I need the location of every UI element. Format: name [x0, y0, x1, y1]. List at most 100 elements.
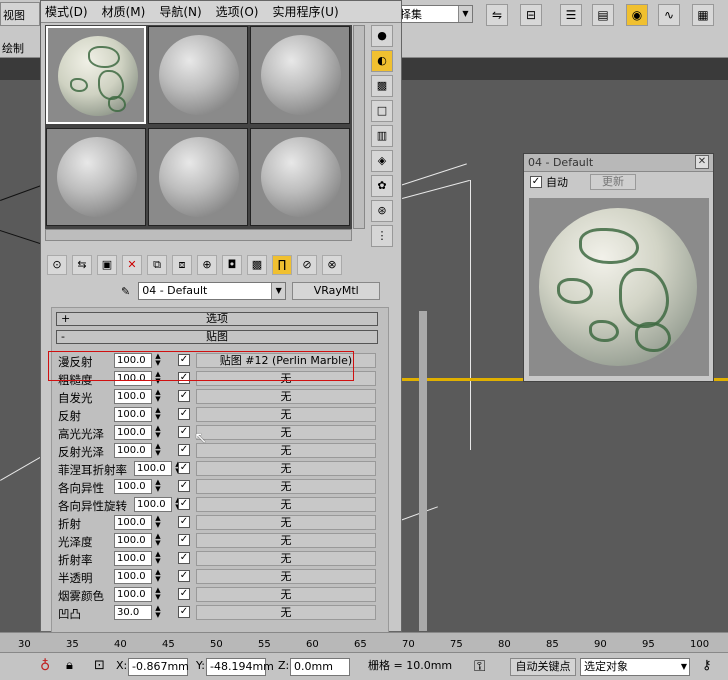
menu-mode[interactable]: 模式(D) [45, 3, 88, 20]
material-editor-icon[interactable]: ◉ [626, 4, 648, 26]
spinner-icon[interactable]: ▲▼ [154, 443, 162, 458]
spinner-icon[interactable]: ▲▼ [154, 407, 162, 422]
map-enable-checkbox[interactable]: ✓ [178, 534, 190, 546]
map-enable-checkbox[interactable]: ✓ [178, 498, 190, 510]
auto-update-checkbox[interactable]: ✓ [530, 176, 542, 188]
spinner-icon[interactable]: ▲▼ [154, 533, 162, 548]
preview-title-bar[interactable]: 04 - Default ✕ [524, 154, 713, 172]
auto-key-button[interactable]: 自动关键点 [510, 658, 576, 676]
map-enable-checkbox[interactable]: ✓ [178, 462, 190, 474]
absolute-mode-icon[interactable]: ⊡ [94, 658, 105, 676]
material-id-icon[interactable]: ◘ [222, 255, 242, 275]
get-material-icon[interactable]: ⊙ [47, 255, 67, 275]
map-amount-field[interactable]: 100.0 [114, 389, 152, 404]
copy-material-icon[interactable]: ⧉ [147, 255, 167, 275]
map-amount-field[interactable]: 100.0 [114, 425, 152, 440]
map-enable-checkbox[interactable]: ✓ [178, 444, 190, 456]
rollout-maps[interactable]: - 贴图 [56, 330, 378, 344]
map-enable-checkbox[interactable]: ✓ [178, 426, 190, 438]
spinner-icon[interactable]: ▲▼ [154, 425, 162, 440]
map-slot-button[interactable]: 无 [196, 497, 376, 512]
material-name-field[interactable]: 04 - Default ▼ [138, 282, 287, 300]
map-slot-button[interactable]: 无 [196, 605, 376, 620]
spinner-icon[interactable]: ▲▼ [154, 479, 162, 494]
lock-selection-icon[interactable]: 🔒︎ [66, 658, 73, 676]
y-coordinate-field[interactable]: -48.194mm [206, 658, 274, 676]
uv-tiling-icon[interactable]: □ [371, 100, 393, 122]
map-slot-button[interactable]: 无 [196, 569, 376, 584]
options-icon[interactable]: ✿ [371, 175, 393, 197]
close-icon[interactable]: ✕ [695, 155, 709, 169]
map-amount-field[interactable]: 100.0 [114, 569, 152, 584]
map-enable-checkbox[interactable]: ✓ [178, 408, 190, 420]
select-by-material-icon[interactable]: ⊛ [371, 200, 393, 222]
chevron-down-icon[interactable]: ▼ [271, 283, 286, 299]
sample-slot-active[interactable] [46, 26, 146, 124]
show-end-result-icon[interactable]: ∏ [272, 255, 292, 275]
update-button[interactable]: 更新 [590, 174, 636, 190]
map-slot-button[interactable]: 无 [196, 461, 376, 476]
menu-navigation[interactable]: 导航(N) [159, 3, 201, 20]
mirror-icon[interactable]: ⇋ [486, 4, 508, 26]
slots-horizontal-scrollbar[interactable] [45, 229, 352, 241]
panel-scrollbar[interactable] [419, 311, 427, 631]
set-key-icon[interactable]: ⚷ [702, 658, 712, 676]
eyedropper-icon[interactable]: ✎ [121, 285, 130, 298]
spinner-icon[interactable]: ▲▼ [154, 515, 162, 530]
map-enable-checkbox[interactable]: ✓ [178, 606, 190, 618]
chevron-down-icon[interactable]: ▼ [458, 6, 472, 22]
viewport-label-menu[interactable]: 视图 [0, 2, 40, 26]
reset-map-icon[interactable]: ✕ [122, 255, 142, 275]
menu-material[interactable]: 材质(M) [102, 3, 146, 20]
map-enable-checkbox[interactable]: ✓ [178, 588, 190, 600]
spinner-icon[interactable]: ▲▼ [154, 605, 162, 620]
map-amount-field[interactable]: 30.0 [114, 605, 152, 620]
map-slot-button[interactable]: 无 [196, 389, 376, 404]
map-amount-field[interactable]: 100.0 [114, 479, 152, 494]
map-enable-checkbox[interactable]: ✓ [178, 570, 190, 582]
sample-slot[interactable] [250, 128, 350, 226]
selection-filter-dropdown[interactable]: 选定对象 ▼ [580, 658, 690, 676]
spinner-icon[interactable]: ▲▼ [154, 587, 162, 602]
map-slot-button[interactable]: 无 [196, 443, 376, 458]
menu-options[interactable]: 选项(O) [216, 3, 259, 20]
map-slot-button[interactable]: 无 [196, 551, 376, 566]
map-slot-button[interactable]: 无 [196, 479, 376, 494]
make-preview-icon[interactable]: ◈ [371, 150, 393, 172]
spinner-icon[interactable]: ▲▼ [154, 569, 162, 584]
menu-utilities[interactable]: 实用程序(U) [272, 3, 338, 20]
map-slot-button[interactable]: 无 [196, 515, 376, 530]
map-amount-field[interactable]: 100.0 [114, 515, 152, 530]
show-map-in-viewport-icon[interactable]: ▩ [247, 255, 267, 275]
rollout-options[interactable]: + 选项 [56, 312, 378, 326]
map-amount-field[interactable]: 100.0 [134, 497, 172, 512]
timeline-ruler[interactable]: 30 35 40 45 50 55 60 65 70 75 80 85 90 95 100 [0, 632, 728, 652]
map-enable-checkbox[interactable]: ✓ [178, 552, 190, 564]
map-amount-field[interactable]: 100.0 [114, 551, 152, 566]
spinner-icon[interactable]: ▲▼ [154, 389, 162, 404]
make-unique-icon[interactable]: ⧈ [172, 255, 192, 275]
sample-slot[interactable] [46, 128, 146, 226]
backlight-icon[interactable]: ◐ [371, 50, 393, 72]
map-amount-field[interactable]: 100.0 [134, 461, 172, 476]
sample-slot[interactable] [148, 128, 248, 226]
curve-editor-icon[interactable]: ∿ [658, 4, 680, 26]
render-setup-icon[interactable]: ▦ [692, 4, 714, 26]
sample-type-icon[interactable]: ● [371, 25, 393, 47]
map-amount-field[interactable]: 100.0 [114, 587, 152, 602]
map-amount-field[interactable]: 100.0 [114, 443, 152, 458]
sample-slot[interactable] [250, 26, 350, 124]
map-enable-checkbox[interactable]: ✓ [178, 516, 190, 528]
named-selection-set-dropdown[interactable]: 择集 ▼ [395, 5, 473, 23]
key-icon[interactable]: ⚿ [474, 658, 485, 676]
map-amount-field[interactable]: 100.0 [114, 407, 152, 422]
map-slot-button[interactable]: 无 [196, 425, 376, 440]
put-to-scene-icon[interactable]: ⇆ [72, 255, 92, 275]
scene-explorer-icon[interactable]: ▤ [592, 4, 614, 26]
map-enable-checkbox[interactable]: ✓ [178, 390, 190, 402]
layer-manager-icon[interactable]: ☰ [560, 4, 582, 26]
video-color-check-icon[interactable]: ▥ [371, 125, 393, 147]
map-amount-field[interactable]: 100.0 [114, 533, 152, 548]
background-checker-icon[interactable]: ▩ [371, 75, 393, 97]
material-type-button[interactable]: VRayMtl [292, 282, 381, 300]
